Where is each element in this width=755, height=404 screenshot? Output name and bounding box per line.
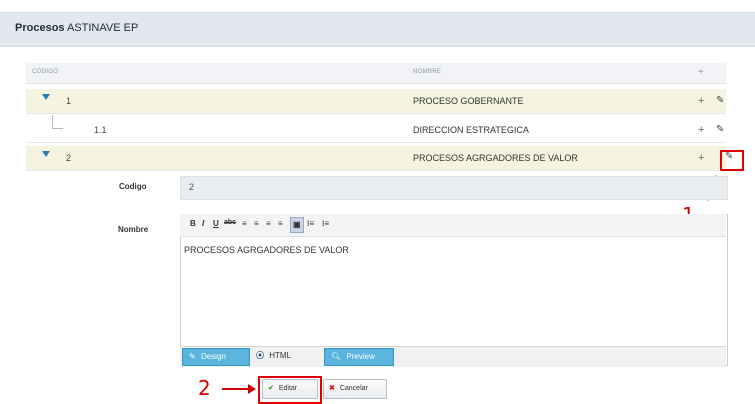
page-header: Procesos ASTINAVE EP (0, 12, 755, 47)
expand-caret-icon[interactable] (42, 94, 50, 100)
table-row[interactable]: 2 PROCESOS AGRGADORES DE VALOR + ✎ (26, 146, 733, 171)
edit-pencil-icon[interactable]: ✎ (716, 125, 724, 135)
row-name: PROCESOS AGRGADORES DE VALOR (413, 153, 578, 163)
cross-icon: ✖ (329, 385, 335, 392)
bold-button[interactable]: B (190, 219, 196, 228)
annotation-number-2: 2 (198, 376, 211, 400)
underline-button[interactable]: U (213, 219, 219, 228)
row-code: 1 (66, 96, 72, 106)
codigo-value: 2 (189, 182, 195, 192)
highlight-box-editar (258, 376, 322, 404)
nombre-label: Nombre (118, 225, 149, 234)
editor-toolbar: B I U abc ≡ ≡ ≡ ≡ ▣ ⁝≡ ⁝≡ (180, 214, 726, 237)
strikethrough-button[interactable]: abc (224, 219, 236, 226)
design-mode-label: Design (200, 352, 226, 361)
preview-mode-button[interactable]: 🔍︎ Preview (324, 348, 394, 366)
edit-pencil-icon[interactable]: ✎ (716, 96, 724, 106)
preview-magnifier-icon: 🔍︎ (331, 352, 342, 361)
row-name: PROCESO GOBERNANTE (413, 96, 524, 106)
unordered-list-button[interactable]: ⁝≡ (322, 219, 329, 228)
format-toggle-button[interactable]: ▣ (290, 217, 304, 233)
row-code: 2 (66, 153, 72, 163)
codigo-label: Codigo (119, 182, 147, 191)
design-mode-button[interactable]: ✎ Design (182, 348, 250, 366)
cancelar-label: Cancelar (339, 385, 368, 392)
add-child-plus-icon[interactable]: + (698, 153, 704, 164)
editor-content[interactable]: PROCESOS AGRGADORES DE VALOR (184, 245, 349, 255)
highlight-box-edit-icon (720, 150, 744, 171)
cancelar-button[interactable]: ✖ Cancelar (323, 379, 387, 399)
align-left-button[interactable]: ≡ (242, 219, 247, 228)
html-eye-icon: ⦿ (256, 351, 264, 360)
column-name-header: NOMBRE (413, 69, 442, 75)
align-center-button[interactable]: ≡ (254, 219, 259, 228)
html-mode-button[interactable]: ⦿ HTML (256, 348, 306, 364)
add-child-plus-icon[interactable]: + (698, 125, 704, 136)
italic-button[interactable]: I (202, 219, 204, 228)
align-right-button[interactable]: ≡ (266, 219, 271, 228)
justify-button[interactable]: ≡ (278, 219, 283, 228)
table-row[interactable]: 1 PROCESO GOBERNANTE + ✎ (26, 89, 726, 114)
annotation-arrow-2 (222, 388, 250, 390)
preview-mode-label: Preview (346, 352, 375, 361)
annotation-arrowhead-2 (248, 384, 256, 394)
add-root-plus-icon[interactable]: + (698, 67, 704, 78)
design-pencil-icon: ✎ (189, 352, 196, 361)
column-code-header: CÓDIGO (32, 69, 59, 75)
add-child-plus-icon[interactable]: + (698, 96, 704, 107)
page-title: Procesos ASTINAVE EP (15, 22, 139, 34)
row-name: DIRECCION ESTRATEGICA (413, 125, 529, 135)
html-mode-label: HTML (269, 351, 292, 360)
row-code: 1.1 (94, 125, 107, 135)
ordered-list-button[interactable]: ⁝≡ (307, 219, 314, 228)
grid-column-header: CÓDIGO NOMBRE + (26, 63, 726, 84)
expand-caret-icon[interactable] (42, 151, 50, 157)
codigo-field[interactable]: 2 (180, 176, 728, 200)
table-row[interactable]: 1.1 DIRECCION ESTRATEGICA + ✎ (26, 118, 726, 143)
